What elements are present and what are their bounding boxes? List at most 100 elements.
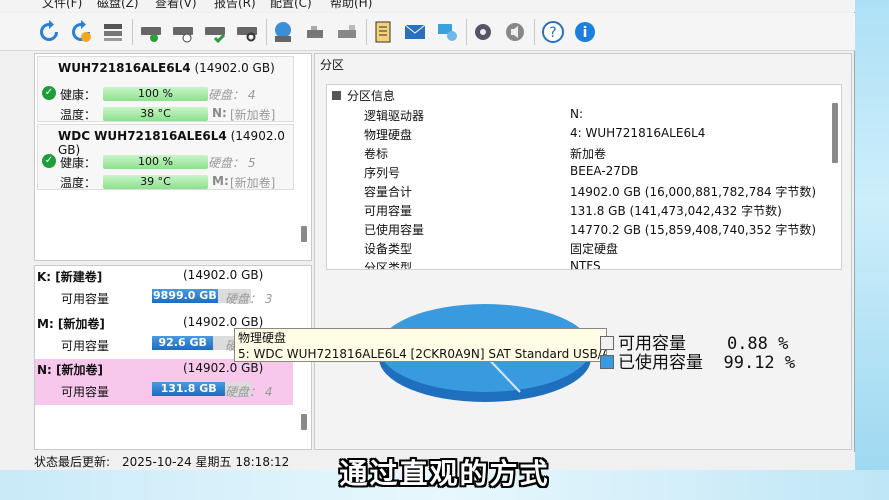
- disk-number: 硬盘： 3: [225, 292, 273, 306]
- health-ok-icon: ✓: [42, 154, 56, 168]
- video-subtitle: 通过直观的方式: [339, 457, 550, 490]
- collapse-icon[interactable]: [332, 91, 341, 100]
- table-row[interactable]: 序列号 BEEA-27DB: [327, 164, 827, 183]
- toolbar: ? i: [0, 13, 855, 51]
- usb-drive2-icon[interactable]: [334, 19, 360, 45]
- toolbar-separator: [466, 19, 467, 45]
- prop-key: 物理硬盘: [364, 128, 413, 142]
- disk-number: 硬盘： 4: [225, 385, 273, 399]
- scrollbar-thumb[interactable]: [832, 103, 838, 163]
- prop-key: 已使用容量: [364, 223, 425, 237]
- prop-value: 新加卷: [570, 147, 607, 161]
- free-space-fill: 92.6 GB: [152, 336, 214, 350]
- list-item-selected[interactable]: N: [新加卷] (14902.0 GB) 可用容量 131.8 GB 硬盘： …: [35, 359, 293, 405]
- legend-used-value: 99.12 %: [723, 353, 796, 373]
- volume-name: N: [新加卷]: [37, 363, 103, 377]
- table-row[interactable]: 容量合计 14902.0 GB (16,000,881,782,784 字节数): [327, 183, 827, 202]
- volume-name: [新加卷]: [230, 108, 276, 122]
- temp-label: 温度：: [60, 176, 97, 190]
- prop-value: 131.8 GB (141,473,042,432 字节数): [570, 204, 782, 218]
- partition-info-table: 分区信息 逻辑驱动器 N: 物理硬盘 4: WUH721816ALE6L4 卷标 新加…: [326, 84, 842, 270]
- sound-icon[interactable]: [502, 19, 528, 45]
- tooltip: 物理硬盘 5: WDC WUH721816ALE6L4 [2CKR0A9N] S…: [234, 328, 607, 362]
- disk-list-panel: WUH721816ALE6L4 (14902.0 GB) ✓ 健康： 100 %…: [34, 53, 312, 261]
- volume-name: K: [新建卷]: [37, 270, 103, 284]
- volume-size: (14902.0 GB): [183, 268, 264, 282]
- menu-config[interactable]: 配置(C): [270, 0, 312, 11]
- refresh-warn-icon[interactable]: [68, 19, 94, 45]
- table-row[interactable]: 分区类型 NTFS: [327, 259, 827, 270]
- disk-search-icon[interactable]: [234, 19, 260, 45]
- pie-legend: 可用容量 0.88 % 已使用容量 99.12 %: [600, 335, 795, 373]
- usb-drive-icon[interactable]: [302, 19, 328, 45]
- table-row[interactable]: 物理硬盘 4: WUH721816ALE6L4: [327, 126, 827, 145]
- tooltip-title: 物理硬盘: [238, 331, 287, 345]
- menu-report[interactable]: 报告(R): [214, 0, 256, 11]
- report-icon[interactable]: [370, 19, 396, 45]
- usage-pie-chart: [379, 304, 591, 402]
- drive-list-icon[interactable]: [100, 19, 126, 45]
- disk-schedule-icon[interactable]: [170, 19, 196, 45]
- toolbar-separator: [366, 19, 367, 45]
- menu-disk[interactable]: 磁盘(Z): [97, 0, 139, 11]
- network-icon[interactable]: [434, 19, 460, 45]
- partition-title: 分区: [320, 58, 345, 72]
- scrollbar-thumb[interactable]: [301, 226, 307, 242]
- prop-value: BEEA-27DB: [570, 164, 639, 178]
- help-icon[interactable]: ?: [540, 19, 566, 45]
- app-window: 文件(F) 磁盘(Z) 查看(V) 报告(R) 配置(C) 帮助(H) ? i …: [0, 0, 855, 470]
- health-label: 健康：: [60, 156, 97, 170]
- disk-number: 硬盘： 5: [208, 156, 256, 170]
- volume-name: M: [新加卷]: [37, 317, 105, 331]
- prop-key: 可用容量: [364, 204, 413, 218]
- table-row[interactable]: 设备类型 固定硬盘: [327, 240, 827, 259]
- prop-value: N:: [570, 107, 584, 121]
- list-item[interactable]: K: [新建卷] (14902.0 GB) 可用容量 9899.0 GB 硬盘：…: [35, 266, 330, 312]
- free-label: 可用容量: [61, 292, 110, 306]
- health-label: 健康：: [60, 88, 97, 102]
- disk-health-icon[interactable]: [138, 19, 164, 45]
- prop-key: 容量合计: [364, 185, 413, 199]
- prop-key: 序列号: [364, 166, 401, 180]
- table-row[interactable]: 卷标 新加卷: [327, 145, 827, 164]
- health-ok-icon: ✓: [42, 86, 56, 100]
- volume-size: (14902.0 GB): [183, 361, 264, 375]
- prop-value: 14902.0 GB (16,000,881,782,784 字节数): [570, 185, 817, 199]
- legend-used: 已使用容量 99.12 %: [600, 354, 795, 373]
- disk-name: WDC WUH721816ALE6L4: [58, 129, 227, 143]
- prop-key: 设备类型: [364, 242, 413, 256]
- volume-size: (14902.0 GB): [183, 315, 264, 329]
- toolbar-separator: [132, 19, 133, 45]
- svg-text:i: i: [583, 25, 588, 41]
- legend-used-label: 已使用容量: [618, 353, 703, 373]
- menu-view[interactable]: 查看(V): [155, 0, 197, 11]
- menu-file[interactable]: 文件(F): [42, 0, 82, 11]
- menu-bar: 文件(F) 磁盘(Z) 查看(V) 报告(R) 配置(C) 帮助(H): [0, 0, 855, 12]
- prop-value: NTFS: [570, 259, 601, 270]
- legend-free: 可用容量 0.88 %: [600, 335, 795, 354]
- free-space-fill: 131.8 GB: [152, 382, 226, 396]
- background-right: [855, 0, 889, 500]
- legend-free-value: 0.88 %: [726, 334, 789, 354]
- disk-card[interactable]: WUH721816ALE6L4 (14902.0 GB) ✓ 健康： 100 %…: [37, 56, 294, 122]
- email-icon[interactable]: [402, 19, 428, 45]
- volume-letter: N:: [212, 106, 227, 120]
- volume-name: [新加卷]: [230, 176, 276, 190]
- refresh-icon[interactable]: [36, 19, 62, 45]
- table-row[interactable]: 逻辑驱动器 N:: [327, 107, 827, 126]
- network-drive-icon[interactable]: [270, 19, 296, 45]
- menu-help[interactable]: 帮助(H): [330, 0, 372, 11]
- info-icon[interactable]: i: [572, 19, 598, 45]
- table-row[interactable]: 已使用容量 14770.2 GB (15,859,408,740,352 字节数): [327, 221, 827, 240]
- disk-card[interactable]: WDC WUH721816ALE6L4 (14902.0 GB) ✓ 健康： 1…: [37, 124, 294, 190]
- health-value: 100 %: [103, 87, 208, 101]
- temp-value: 39 °C: [103, 175, 208, 189]
- disk-check-icon[interactable]: [202, 19, 228, 45]
- legend-swatch-free: [600, 336, 614, 350]
- scrollbar-thumb[interactable]: [301, 414, 307, 430]
- toolbar-separator: [534, 19, 535, 45]
- settings-icon[interactable]: [470, 19, 496, 45]
- svg-text:?: ?: [549, 25, 556, 41]
- disk-name: WUH721816ALE6L4: [58, 61, 191, 75]
- table-row[interactable]: 可用容量 131.8 GB (141,473,042,432 字节数): [327, 202, 827, 221]
